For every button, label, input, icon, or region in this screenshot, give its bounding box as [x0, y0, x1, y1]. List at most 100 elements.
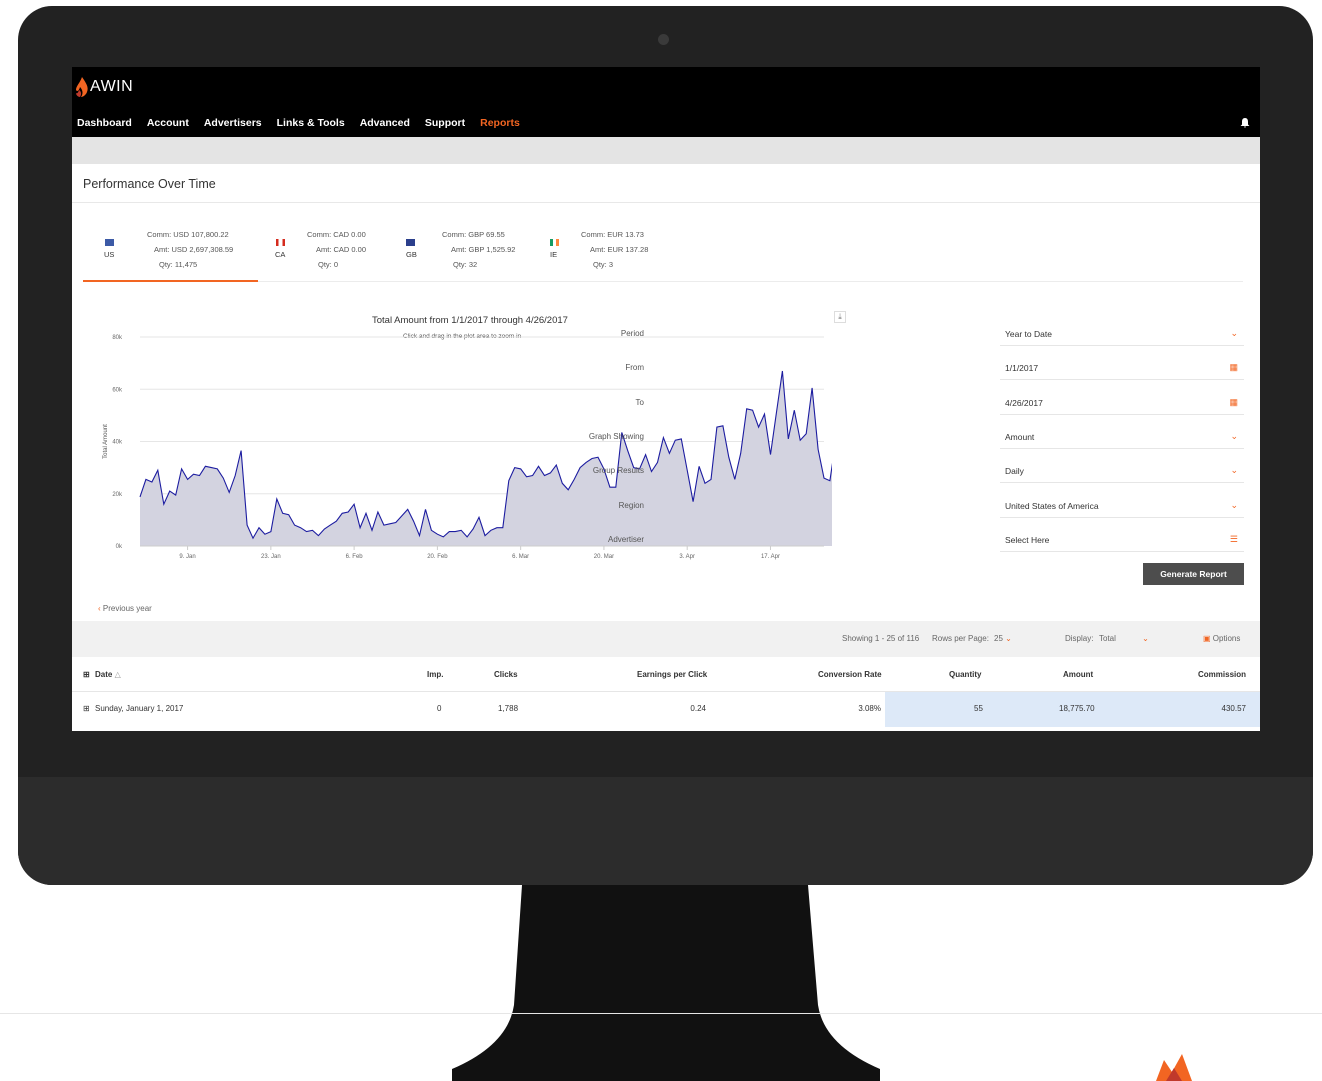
expand-row-icon[interactable]: ⊞ — [83, 704, 90, 713]
brand[interactable]: AWIN — [76, 77, 133, 97]
region-tab-ie[interactable]: IE Comm: EUR 13.73 Amt: EUR 137.28 Qty: … — [538, 217, 678, 282]
column-amount[interactable]: Amount — [1063, 670, 1093, 679]
region-amount: Amt: EUR 137.28 — [590, 245, 649, 254]
list-icon[interactable]: ☰ — [1230, 534, 1238, 545]
region-code: GB — [406, 250, 417, 259]
to-date-input[interactable]: 4/26/2017 ▦ — [1000, 393, 1244, 415]
cell-epc: 0.24 — [690, 704, 706, 713]
region-amount: Amt: USD 2,697,308.59 — [154, 245, 234, 254]
column-date[interactable]: Date △ — [95, 670, 121, 679]
chevron-down-icon: ⌄ — [1230, 328, 1238, 338]
options-button[interactable]: ▣ Options — [1203, 634, 1240, 643]
table-header: ⊞ Date △ Imp. Clicks Earnings per Click … — [72, 657, 1260, 692]
region-tab-gb[interactable]: GB Comm: GBP 69.55 Amt: GBP 1,525.92 Qty… — [398, 217, 538, 282]
field-value: Daily — [1005, 466, 1024, 476]
column-date-label: Date — [95, 670, 113, 679]
field-value: Select Here — [1005, 535, 1050, 545]
top-navigation-bar: AWIN Dashboard Account Advertisers Links… — [72, 67, 1260, 137]
nav-account[interactable]: Account — [147, 117, 189, 129]
awin-flame-icon — [76, 77, 88, 97]
column-epc[interactable]: Earnings per Click — [637, 670, 707, 679]
bell-icon[interactable] — [1240, 117, 1250, 131]
region-commission: Comm: GBP 69.55 — [442, 230, 505, 239]
options-label: Options — [1212, 634, 1241, 643]
x-tick-label: 17. Apr — [761, 554, 780, 560]
nav-reports[interactable]: Reports — [480, 117, 520, 129]
column-clicks[interactable]: Clicks — [494, 670, 518, 679]
chevron-down-icon: ⌄ — [1005, 634, 1012, 643]
graph-showing-select[interactable]: Amount ⌄ — [1000, 427, 1244, 449]
region-tabs: US Comm: USD 107,800.22 Amt: USD 2,697,3… — [83, 217, 1243, 282]
field-value: Amount — [1005, 432, 1035, 442]
x-tick-label: 6. Mar — [512, 554, 529, 560]
cell-quantity: 55 — [974, 704, 983, 713]
field-label: Region — [618, 501, 644, 510]
nav-dashboard[interactable]: Dashboard — [77, 117, 132, 129]
region-select[interactable]: United States of America ⌄ — [1000, 496, 1244, 518]
cell-date: Sunday, January 1, 2017 — [95, 704, 184, 713]
app-screen: AWIN Dashboard Account Advertisers Links… — [72, 67, 1260, 731]
floor-line — [0, 1013, 1322, 1014]
y-tick-label: 0k — [116, 544, 123, 550]
x-tick-label: 9. Jan — [179, 554, 195, 560]
cell-clicks: 1,788 — [498, 704, 519, 713]
nav-links-tools[interactable]: Links & Tools — [277, 117, 345, 129]
cell-commission: 430.57 — [1221, 704, 1246, 713]
x-tick-label: 20. Mar — [594, 554, 614, 560]
column-commission[interactable]: Commission — [1198, 670, 1246, 679]
field-label: Graph Showing — [588, 432, 644, 441]
field-value: 4/26/2017 — [1005, 398, 1043, 408]
nav-advanced[interactable]: Advanced — [360, 117, 410, 129]
ca-flag-icon — [276, 239, 285, 246]
region-quantity: Qty: 3 — [593, 260, 614, 269]
x-tick-label: 23. Jan — [261, 554, 281, 560]
rows-per-page-select[interactable]: 25 ⌄ — [994, 634, 1012, 643]
period-select[interactable]: Year to Date ⌄ — [1000, 324, 1244, 346]
cell-conversion-rate: 3.08% — [858, 704, 881, 713]
calendar-icon[interactable]: ▦ — [1229, 362, 1238, 373]
chevron-down-icon: ⌄ — [1230, 465, 1238, 475]
region-tab-us[interactable]: US Comm: USD 107,800.22 Amt: USD 2,697,3… — [83, 217, 258, 282]
monitor-stand — [452, 885, 880, 1081]
y-tick-label: 60k — [112, 387, 123, 393]
generate-report-button[interactable]: Generate Report — [1143, 563, 1244, 585]
y-tick-label: 80k — [112, 335, 123, 341]
display-select[interactable]: Total ⌄ — [1099, 634, 1149, 643]
previous-year-label: Previous year — [102, 604, 152, 613]
chevron-down-icon: ⌄ — [1142, 634, 1149, 643]
rows-per-page-value: 25 — [994, 634, 1003, 643]
cell-imp: 0 — [437, 704, 442, 713]
table-row[interactable]: ⊞ Sunday, January 1, 2017 0 1,788 0.24 3… — [72, 692, 1260, 727]
expand-all-icon[interactable]: ⊞ — [83, 670, 90, 679]
main-nav: Dashboard Account Advertisers Links & To… — [77, 117, 520, 129]
advertiser-select[interactable]: Select Here ☰ — [1000, 530, 1244, 552]
download-icon[interactable]: ⤓ — [834, 311, 846, 323]
floppy-icon: ▣ — [1203, 634, 1211, 643]
cell-amount: 18,775.70 — [1059, 704, 1095, 713]
calendar-icon[interactable]: ▦ — [1229, 397, 1238, 408]
column-conversion-rate[interactable]: Conversion Rate — [818, 670, 882, 679]
group-results-select[interactable]: Daily ⌄ — [1000, 461, 1244, 483]
y-axis-label: Total Amount — [103, 424, 109, 459]
field-label: Group Results — [592, 466, 644, 475]
x-tick-label: 3. Apr — [679, 554, 695, 560]
monitor-chin — [18, 777, 1313, 885]
y-tick-label: 20k — [112, 492, 123, 498]
display-label: Display: — [1065, 634, 1094, 643]
region-amount: Amt: CAD 0.00 — [316, 245, 367, 254]
previous-year-link[interactable]: ‹ Previous year — [98, 604, 152, 613]
from-date-input[interactable]: 1/1/2017 ▦ — [1000, 358, 1244, 380]
performance-chart[interactable]: 0k 20k 40k 60k 80k Total Amount 9. Jan 23. Jan 6… — [72, 307, 832, 572]
region-quantity: Qty: 11,475 — [159, 260, 198, 269]
sort-asc-icon: △ — [114, 670, 121, 679]
nav-advertisers[interactable]: Advertisers — [204, 117, 262, 129]
gb-flag-icon — [406, 239, 415, 246]
region-tab-ca[interactable]: CA Comm: CAD 0.00 Amt: CAD 0.00 Qty: 0 — [258, 217, 398, 282]
nav-support[interactable]: Support — [425, 117, 465, 129]
region-commission: Comm: USD 107,800.22 — [147, 230, 229, 239]
column-quantity[interactable]: Quantity — [949, 670, 981, 679]
column-imp[interactable]: Imp. — [427, 670, 443, 679]
divider — [72, 202, 1260, 203]
region-code: US — [104, 250, 115, 259]
brand-name: AWIN — [90, 78, 134, 95]
